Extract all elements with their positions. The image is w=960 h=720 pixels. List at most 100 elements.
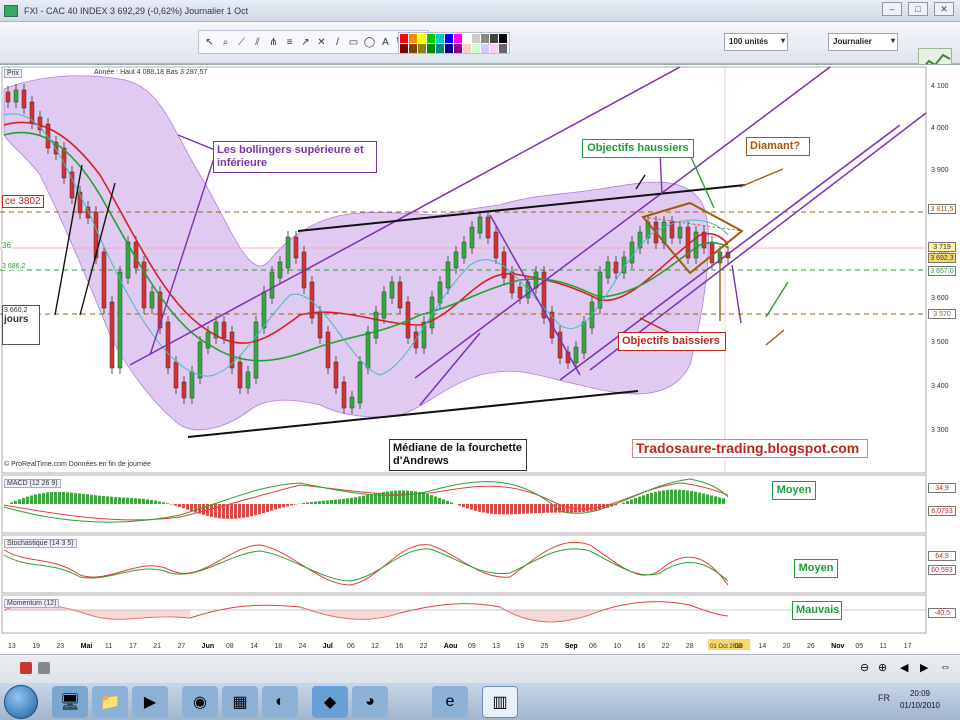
macd-bar (90, 494, 93, 504)
palette-swatch[interactable] (499, 44, 507, 53)
explorer-icon[interactable]: 🖥 (52, 686, 88, 718)
palette-swatch[interactable] (418, 44, 426, 53)
date-axis-label: 17 (904, 643, 912, 650)
macd-bar (474, 504, 477, 511)
macd-bar (74, 492, 77, 504)
palette-swatch[interactable] (427, 44, 435, 53)
quantity-select[interactable]: 100 unités ▾ (724, 33, 788, 51)
left-tag-green: 36 (2, 241, 11, 250)
macd-bar (26, 496, 29, 504)
macd-bar (370, 494, 373, 504)
palette-swatch[interactable] (400, 34, 408, 43)
macd-bar (642, 495, 645, 504)
color-palette[interactable] (398, 32, 510, 54)
media-icon[interactable]: ▶ (132, 686, 168, 718)
minimize-icon[interactable]: – (882, 2, 902, 16)
macd-bar (166, 503, 169, 504)
webcam-icon[interactable]: ◉ (182, 686, 218, 718)
app-icon[interactable]: ▦ (222, 686, 258, 718)
title-bar: FXI - CAC 40 INDEX 3 692,29 (-0,62%) Jou… (0, 0, 960, 22)
macd-bar (506, 504, 509, 515)
pointer-icon[interactable]: ↖ (203, 35, 216, 50)
macd-bar (566, 504, 569, 513)
palette-swatch[interactable] (481, 44, 489, 53)
indicator-label-momentum: Momentum (12) (4, 599, 60, 608)
chart-area[interactable]: 4 1004 0003 9003 8003 7003 6003 5003 400… (0, 64, 960, 654)
files-icon[interactable]: 📁 (92, 686, 128, 718)
language-indicator[interactable]: FR (878, 693, 890, 703)
candle-body (389, 281, 395, 299)
palette-swatch[interactable] (409, 34, 417, 43)
palette-swatch[interactable] (472, 34, 480, 43)
palette-swatch[interactable] (490, 34, 498, 43)
candle-body (453, 251, 459, 269)
period-select[interactable]: Journalier ▾ (828, 33, 898, 51)
date-axis-label: 16 (637, 643, 645, 650)
macd-bar (466, 504, 469, 509)
palette-swatch[interactable] (427, 34, 435, 43)
scroll-left-icon[interactable]: ◀ (900, 661, 908, 674)
zoom-in-icon[interactable]: ⊕ (878, 661, 887, 674)
print-icon[interactable] (38, 662, 50, 674)
pitchfork-icon[interactable]: ⋔ (267, 35, 280, 50)
palette-swatch[interactable] (463, 44, 471, 53)
rectangle-icon[interactable]: ▭ (347, 35, 360, 50)
start-button[interactable] (4, 685, 38, 719)
palette-swatch[interactable] (436, 34, 444, 43)
palette-swatch[interactable] (454, 34, 462, 43)
macd-bar (338, 499, 341, 504)
fibonacci-icon[interactable]: ≡ (283, 35, 296, 50)
macd-bar (494, 504, 497, 515)
macd-bar (106, 496, 109, 504)
ie-icon[interactable]: e (432, 686, 468, 718)
scroll-right-icon[interactable]: ▶ (920, 661, 928, 674)
price-axis-label: 3 600 (931, 295, 949, 302)
app-blue-icon[interactable]: ◆ (312, 686, 348, 718)
prorealtime-icon[interactable]: ▥ (482, 686, 518, 718)
date-axis-label: 06 (347, 643, 355, 650)
channel-icon[interactable]: ⫽ (251, 35, 264, 50)
firefox-icon[interactable]: ◕ (352, 686, 388, 718)
macd-bar (254, 504, 257, 516)
palette-swatch[interactable] (481, 34, 489, 43)
palette-swatch[interactable] (463, 34, 471, 43)
zoom-icon[interactable]: ⌕ (219, 35, 232, 50)
macd-bar (390, 491, 393, 504)
macd-bar (38, 493, 41, 504)
text-icon[interactable]: A (379, 35, 392, 50)
macd-bar (162, 502, 165, 504)
line-icon[interactable]: / (331, 35, 344, 50)
ellipse-icon[interactable]: ◯ (363, 35, 376, 50)
palette-swatch[interactable] (418, 34, 426, 43)
candle-body (397, 281, 403, 309)
indicator-tag: 60,593 (928, 565, 956, 575)
maximize-icon[interactable]: □ (908, 2, 928, 16)
palette-swatch[interactable] (400, 44, 408, 53)
close-icon[interactable]: ✕ (934, 2, 954, 16)
candle-body (461, 241, 467, 259)
candle-body (477, 216, 483, 234)
fit-icon[interactable]: ⇔ (940, 661, 951, 673)
macd-bar (330, 500, 333, 504)
arrow-icon[interactable]: ↗ (299, 35, 312, 50)
palette-swatch[interactable] (436, 44, 444, 53)
palette-swatch[interactable] (445, 44, 453, 53)
macd-bar (714, 496, 717, 504)
candle-body (13, 89, 19, 103)
palette-swatch[interactable] (490, 44, 498, 53)
palette-swatch[interactable] (499, 34, 507, 43)
zoom-out-icon[interactable]: ⊖ (860, 661, 869, 674)
macd-bar (498, 504, 501, 515)
candle-body (373, 311, 379, 339)
palette-swatch[interactable] (472, 44, 480, 53)
cross-icon[interactable]: ✕ (315, 35, 328, 50)
date-axis-label: 22 (662, 643, 670, 650)
palette-swatch[interactable] (454, 44, 462, 53)
trendline-icon[interactable]: ⟋ (235, 35, 248, 50)
palette-swatch[interactable] (409, 44, 417, 53)
chrome-icon[interactable]: ◐ (262, 686, 298, 718)
palette-swatch[interactable] (445, 34, 453, 43)
macd-bar (582, 504, 585, 512)
clock[interactable]: 20:09 01/10/2010 (900, 688, 940, 712)
record-icon[interactable] (20, 662, 32, 674)
